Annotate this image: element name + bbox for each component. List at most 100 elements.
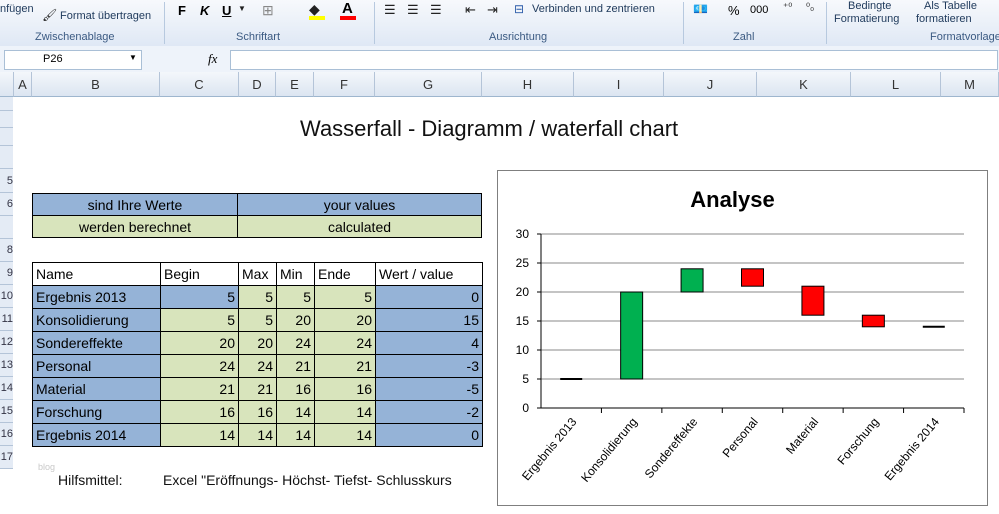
table-cell[interactable]: Ergebnis 2014 <box>32 423 161 447</box>
row-header[interactable]: 14 <box>0 377 13 400</box>
legend-calc-en[interactable]: calculated <box>237 215 482 238</box>
table-cell[interactable]: 5 <box>238 285 277 309</box>
italic-button[interactable]: K <box>200 3 209 18</box>
table-cell[interactable]: 24 <box>160 354 239 378</box>
column-header[interactable]: D <box>239 72 276 97</box>
table-cell[interactable]: -2 <box>375 400 483 424</box>
table-cell[interactable]: 20 <box>276 308 315 332</box>
table-header-cell[interactable]: Min <box>276 262 315 286</box>
table-cell[interactable]: -5 <box>375 377 483 401</box>
table-cell[interactable]: 24 <box>276 331 315 355</box>
decrease-decimal-icon[interactable]: ⁰₀ <box>806 2 814 13</box>
column-header[interactable]: F <box>314 72 375 97</box>
table-cell[interactable]: Konsolidierung <box>32 308 161 332</box>
table-cell[interactable]: Ergebnis 2013 <box>32 285 161 309</box>
table-cell[interactable]: 21 <box>314 354 376 378</box>
table-cell[interactable]: 5 <box>160 308 239 332</box>
table-header-cell[interactable]: Wert / value <box>375 262 483 286</box>
table-cell[interactable]: 4 <box>375 331 483 355</box>
table-cell[interactable]: 16 <box>160 400 239 424</box>
table-cell[interactable]: 16 <box>276 377 315 401</box>
column-header[interactable]: C <box>160 72 239 97</box>
table-cell[interactable]: Sondereffekte <box>32 331 161 355</box>
table-cell[interactable]: 14 <box>276 400 315 424</box>
column-header[interactable]: M <box>941 72 999 97</box>
table-cell[interactable]: 21 <box>160 377 239 401</box>
bold-button[interactable]: F <box>178 3 186 18</box>
table-cell[interactable]: Material <box>32 377 161 401</box>
align-right-icon[interactable]: ☰ <box>430 2 442 18</box>
row-header[interactable]: 15 <box>0 400 13 423</box>
column-header[interactable]: K <box>757 72 851 97</box>
underline-button[interactable]: U <box>222 3 231 18</box>
row-header[interactable]: 8 <box>0 239 13 262</box>
legend-input-de[interactable]: sind Ihre Werte <box>32 193 238 216</box>
chevron-down-icon[interactable]: ▼ <box>129 53 137 62</box>
table-cell[interactable]: 0 <box>375 285 483 309</box>
table-cell[interactable]: 0 <box>375 423 483 447</box>
waterfall-chart[interactable]: Analyse 0 5 10 15 20 25 30 Ergebnis 2013 Konsolid… <box>497 170 988 506</box>
thousands-button[interactable]: 000 <box>750 4 768 16</box>
merge-center-button[interactable]: Verbinden und zentrieren <box>532 3 655 15</box>
table-header-cell[interactable]: Ende <box>314 262 376 286</box>
column-header[interactable]: L <box>851 72 941 97</box>
column-header[interactable]: J <box>664 72 757 97</box>
increase-decimal-icon[interactable]: ⁺⁰ <box>783 2 792 13</box>
chevron-down-icon[interactable]: ▼ <box>238 4 246 13</box>
table-cell[interactable]: 24 <box>238 354 277 378</box>
row-header[interactable]: 13 <box>0 354 13 377</box>
paste-button[interactable]: nfügen <box>0 3 34 15</box>
row-header[interactable]: 16 <box>0 423 13 446</box>
row-header[interactable]: 12 <box>0 331 13 354</box>
row-header[interactable]: 11 <box>0 308 13 331</box>
legend-input-en[interactable]: your values <box>237 193 482 216</box>
row-header[interactable] <box>0 216 13 239</box>
column-header[interactable]: A <box>14 72 32 97</box>
currency-icon[interactable]: 💶 <box>693 2 708 16</box>
align-center-icon[interactable]: ☰ <box>407 2 419 18</box>
row-header[interactable]: 9 <box>0 262 13 285</box>
table-cell[interactable]: -3 <box>375 354 483 378</box>
row-header[interactable] <box>0 111 13 128</box>
table-cell[interactable]: 14 <box>238 423 277 447</box>
row-header[interactable] <box>0 128 13 146</box>
table-cell[interactable]: 14 <box>314 423 376 447</box>
table-cell[interactable]: 14 <box>276 423 315 447</box>
format-painter-button[interactable]: Format übertragen <box>60 10 151 22</box>
table-cell[interactable]: 5 <box>238 308 277 332</box>
column-header[interactable]: B <box>32 72 160 97</box>
column-header[interactable]: G <box>375 72 482 97</box>
table-cell[interactable]: Forschung <box>32 400 161 424</box>
column-header[interactable]: E <box>276 72 314 97</box>
formula-input[interactable] <box>230 50 998 70</box>
row-header[interactable]: 6 <box>0 193 13 216</box>
row-header[interactable] <box>0 97 13 111</box>
outdent-icon[interactable]: ⇥ <box>487 2 498 18</box>
table-cell[interactable]: Personal <box>32 354 161 378</box>
table-cell[interactable]: 5 <box>160 285 239 309</box>
conditional-format-label-2[interactable]: Formatierung <box>834 13 899 25</box>
table-cell[interactable]: 20 <box>314 308 376 332</box>
table-cell[interactable]: 20 <box>160 331 239 355</box>
indent-icon[interactable]: ⇤ <box>465 2 476 18</box>
row-header[interactable]: 10 <box>0 285 13 308</box>
table-cell[interactable]: 15 <box>375 308 483 332</box>
name-box[interactable]: P26 ▼ <box>4 50 142 70</box>
row-header[interactable]: 17 <box>0 446 13 469</box>
conditional-format-label[interactable]: Bedingte <box>848 0 891 12</box>
table-cell[interactable]: 21 <box>238 377 277 401</box>
table-header-cell[interactable]: Max <box>238 262 277 286</box>
row-header[interactable] <box>0 146 13 169</box>
font-color-icon[interactable]: A <box>342 0 353 17</box>
table-cell[interactable]: 5 <box>314 285 376 309</box>
percent-button[interactable]: % <box>728 3 740 18</box>
table-cell[interactable]: 16 <box>238 400 277 424</box>
table-header-cell[interactable]: Begin <box>160 262 239 286</box>
table-cell[interactable]: 14 <box>314 400 376 424</box>
format-as-table-label-2[interactable]: formatieren <box>916 13 972 25</box>
table-cell[interactable]: 20 <box>238 331 277 355</box>
border-icon[interactable]: ⊞ <box>262 2 274 19</box>
align-left-icon[interactable]: ☰ <box>384 2 396 18</box>
column-header[interactable]: H <box>482 72 574 97</box>
row-header[interactable]: 5 <box>0 169 13 193</box>
